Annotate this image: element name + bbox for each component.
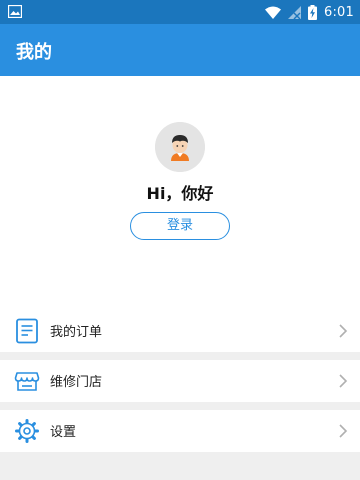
menu-item-repair-stores[interactable]: 维修门店: [0, 360, 360, 402]
document-list-icon: [16, 318, 38, 344]
storefront-icon: [14, 372, 40, 391]
greeting-text: Hi，你好: [146, 184, 214, 203]
status-icons: 6:01: [265, 3, 354, 21]
menu-label-settings: 设置: [50, 425, 77, 440]
status-bar: 6:01: [0, 0, 360, 24]
signal-icon: [288, 5, 301, 19]
image-icon: [8, 5, 22, 18]
avatar-icon: [155, 122, 205, 172]
wifi-icon: [265, 6, 281, 19]
chevron-right-icon: [339, 374, 348, 388]
battery-charging-icon: [308, 4, 317, 20]
gear-icon: [15, 419, 39, 443]
profile-section: Hi，你好 登录: [0, 76, 360, 310]
page-title: 我的: [16, 42, 52, 63]
login-button[interactable]: 登录: [130, 212, 230, 240]
chevron-right-icon: [339, 424, 348, 438]
avatar[interactable]: [155, 122, 205, 172]
chevron-right-icon: [339, 324, 348, 338]
menu-item-my-orders[interactable]: 我的订单: [0, 310, 360, 352]
app-bar: 我的: [0, 24, 360, 76]
status-time: 6:01: [324, 4, 354, 20]
menu-item-settings[interactable]: 设置: [0, 410, 360, 452]
menu-label-repair-stores: 维修门店: [50, 375, 103, 390]
menu-label-my-orders: 我的订单: [50, 325, 103, 340]
